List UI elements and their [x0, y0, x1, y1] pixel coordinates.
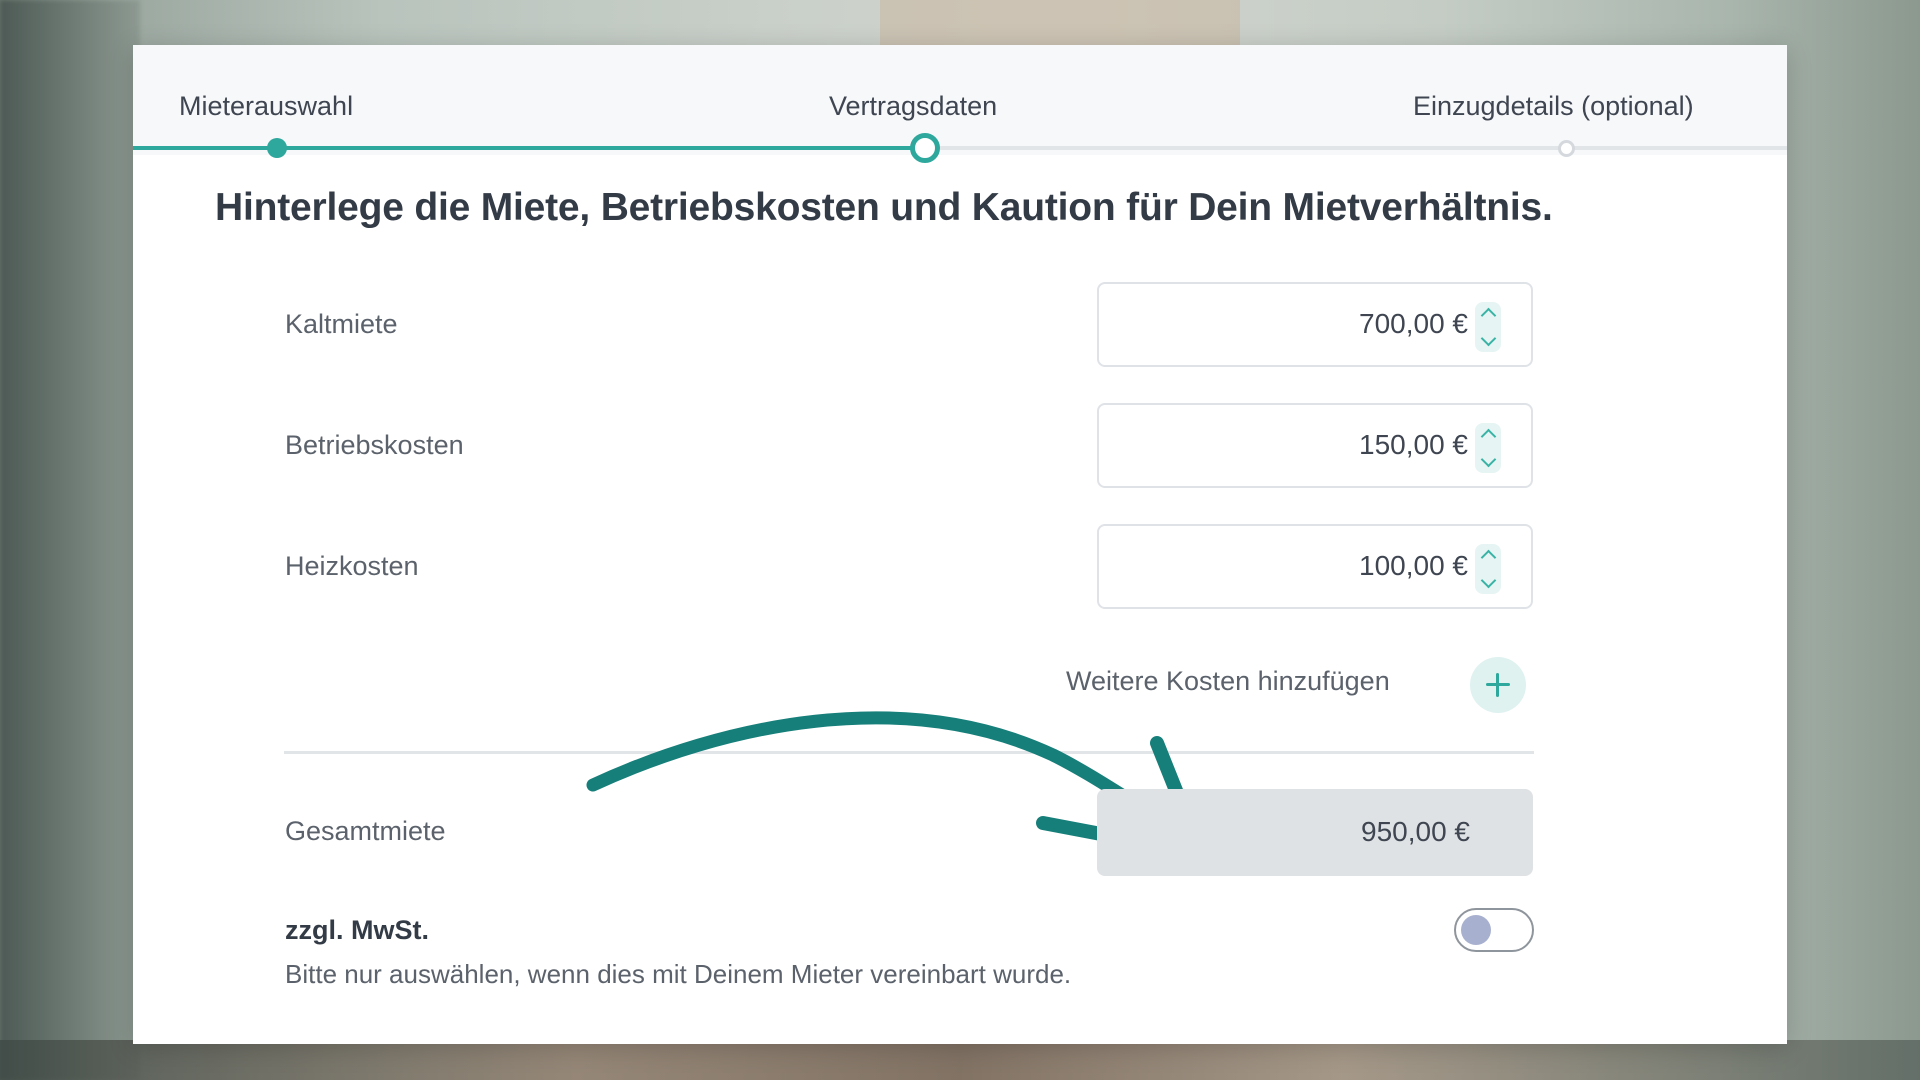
step-done-dot	[267, 138, 287, 158]
heating-costs-value: 100,00 €	[1359, 550, 1468, 581]
chevron-up-icon[interactable]	[1475, 423, 1501, 447]
vat-toggle[interactable]	[1454, 908, 1534, 952]
operating-costs-input[interactable]: 150,00 €	[1097, 403, 1533, 488]
background-left-blur	[0, 0, 140, 1080]
cold-rent-input[interactable]: 700,00 €	[1097, 282, 1533, 367]
vat-hint: Bitte nur auswählen, wenn dies mit Deine…	[285, 959, 1072, 989]
total-rent-value: 950,00 €	[1361, 816, 1470, 847]
total-rent-field: 950,00 €	[1097, 789, 1533, 876]
step-move-in-details[interactable]: Einzugdetails (optional)	[1413, 91, 1694, 122]
chevron-down-icon[interactable]	[1475, 328, 1501, 352]
vat-label: zzgl. MwSt.	[285, 915, 429, 945]
background-bottom-blur	[0, 1040, 1920, 1080]
heating-costs-label: Heizkosten	[285, 551, 419, 581]
operating-costs-value: 150,00 €	[1359, 429, 1468, 460]
add-costs-label[interactable]: Weitere Kosten hinzufügen	[1066, 666, 1390, 697]
step-active-dot	[910, 133, 940, 163]
heating-costs-stepper[interactable]	[1475, 544, 1501, 594]
chevron-down-icon[interactable]	[1475, 449, 1501, 473]
contract-form-card: Mieterauswahl Vertragsdaten Einzugdetail…	[133, 45, 1787, 1044]
cold-rent-label: Kaltmiete	[285, 309, 398, 339]
chevron-up-icon[interactable]	[1475, 544, 1501, 568]
add-costs-button[interactable]	[1470, 657, 1526, 713]
operating-costs-stepper[interactable]	[1475, 423, 1501, 473]
heating-costs-input[interactable]: 100,00 €	[1097, 524, 1533, 609]
toggle-knob	[1461, 915, 1491, 945]
chevron-up-icon[interactable]	[1475, 302, 1501, 326]
page-title: Hinterlege die Miete, Betriebskosten und…	[215, 186, 1553, 229]
step-upcoming-dot	[1558, 140, 1575, 157]
total-rent-label: Gesamtmiete	[285, 816, 446, 846]
cold-rent-stepper[interactable]	[1475, 302, 1501, 352]
step-tenant-selection[interactable]: Mieterauswahl	[179, 91, 353, 122]
cold-rent-value: 700,00 €	[1359, 308, 1468, 339]
background-top-blur	[880, 0, 1240, 46]
step-contract-data[interactable]: Vertragsdaten	[829, 91, 997, 122]
chevron-down-icon[interactable]	[1475, 570, 1501, 594]
wizard-stepper: Mieterauswahl Vertragsdaten Einzugdetail…	[133, 45, 1787, 163]
stepper-progress	[133, 146, 925, 150]
operating-costs-label: Betriebskosten	[285, 430, 464, 460]
